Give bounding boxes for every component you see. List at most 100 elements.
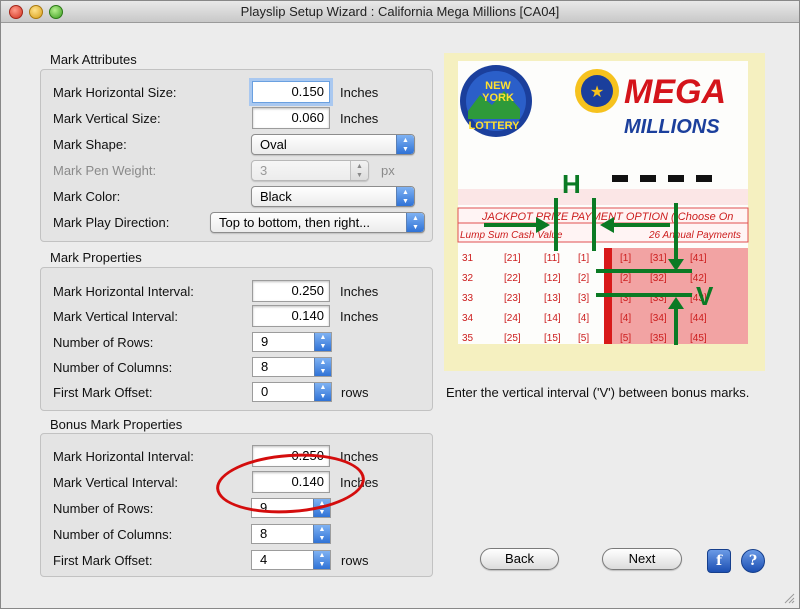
- stepper-arrows-icon[interactable]: ▲ ▼: [313, 525, 330, 543]
- mark-properties-title: Mark Properties: [50, 250, 142, 265]
- mark-horizontal-size-unit: Inches: [340, 85, 379, 100]
- first-mark-offset-value: 0: [261, 384, 269, 399]
- ny-logo-text-3: LOTTERY: [469, 120, 521, 132]
- mark-horizontal-interval-field[interactable]: 0.250: [252, 280, 330, 302]
- mark-color-popup[interactable]: Black ▲ ▼: [251, 186, 415, 207]
- resize-grip-icon[interactable]: [783, 592, 795, 604]
- label-h: H: [562, 169, 581, 199]
- svg-text:[2]: [2]: [578, 273, 589, 284]
- svg-text:[12]: [12]: [544, 273, 561, 284]
- mark-vertical-size-unit: Inches: [340, 111, 379, 126]
- help-icon[interactable]: ?: [741, 549, 765, 573]
- bonus-first-mark-offset-label: First Mark Offset:: [53, 553, 153, 568]
- mark-play-direction-popup[interactable]: Top to bottom, then right... ▲ ▼: [210, 212, 425, 233]
- mark-pen-weight-label: Mark Pen Weight:: [53, 163, 157, 178]
- number-of-columns-label: Number of Columns:: [53, 360, 173, 375]
- mark-horizontal-interval-unit: Inches: [340, 284, 379, 299]
- ny-logo-text-2: YORK: [482, 92, 514, 104]
- first-mark-offset-stepper[interactable]: 0 ▲ ▼: [252, 382, 332, 402]
- mark-shape-label: Mark Shape:: [53, 137, 127, 152]
- svg-text:[15]: [15]: [544, 333, 561, 344]
- number-of-columns-value: 8: [261, 359, 269, 374]
- svg-text:[34]: [34]: [650, 313, 667, 324]
- mega-text: MEGA: [624, 73, 726, 111]
- next-button[interactable]: Next: [602, 548, 682, 570]
- mark-color-value: Black: [260, 189, 292, 204]
- popup-arrows-icon: ▲ ▼: [396, 187, 414, 206]
- number-of-rows-stepper[interactable]: 9 ▲ ▼: [252, 332, 332, 352]
- bonus-number-of-columns-stepper[interactable]: 8 ▲ ▼: [251, 524, 331, 544]
- svg-text:[1]: [1]: [578, 253, 589, 264]
- number-of-rows-label: Number of Rows:: [53, 335, 154, 350]
- mark-vertical-interval-label: Mark Vertical Interval:: [53, 309, 178, 324]
- wizard-window: Playslip Setup Wizard : California Mega …: [0, 0, 800, 609]
- number-of-columns-stepper[interactable]: 8 ▲ ▼: [252, 357, 332, 377]
- mark-shape-value: Oval: [260, 137, 287, 152]
- svg-text:[14]: [14]: [544, 313, 561, 324]
- svg-text:[31]: [31]: [650, 253, 667, 264]
- svg-text:[1]: [1]: [620, 253, 631, 264]
- mark-shape-popup[interactable]: Oval ▲ ▼: [251, 134, 415, 155]
- back-button[interactable]: Back: [480, 548, 559, 570]
- grid-number: 33: [462, 293, 474, 304]
- title-bar: Playslip Setup Wizard : California Mega …: [1, 1, 799, 23]
- instruction-text: Enter the vertical interval ('V') betwee…: [446, 385, 750, 400]
- mark-horizontal-size-field[interactable]: 0.150: [252, 81, 330, 103]
- svg-text:[5]: [5]: [578, 333, 589, 344]
- bonus-first-mark-offset-unit: rows: [341, 553, 369, 568]
- svg-text:[35]: [35]: [650, 333, 667, 344]
- playslip-illustration: NEW YORK LOTTERY ★ MEGA MILLIONS JACKPOT…: [444, 53, 765, 371]
- svg-text:[41]: [41]: [690, 253, 707, 264]
- svg-text:[44]: [44]: [690, 313, 707, 324]
- stepper-arrows-icon[interactable]: ▲ ▼: [314, 383, 331, 401]
- bonus-horizontal-interval-label: Mark Horizontal Interval:: [53, 449, 194, 464]
- svg-text:[11]: [11]: [544, 253, 560, 264]
- mark-play-direction-value: Top to bottom, then right...: [219, 215, 371, 230]
- mark-pen-weight-popup[interactable]: 3 ▲ ▼: [251, 160, 369, 181]
- bonus-first-mark-offset-stepper[interactable]: 4 ▲ ▼: [251, 550, 331, 570]
- bonus-mark-properties-title: Bonus Mark Properties: [50, 417, 183, 432]
- svg-text:[4]: [4]: [620, 313, 631, 324]
- svg-text:[3]: [3]: [578, 293, 589, 304]
- first-mark-offset-label: First Mark Offset:: [53, 385, 153, 400]
- mark-vertical-size-field[interactable]: 0.060: [252, 107, 330, 129]
- stepper-arrows-icon[interactable]: ▲ ▼: [313, 551, 330, 569]
- svg-text:[32]: [32]: [650, 273, 667, 284]
- first-mark-offset-unit: rows: [341, 385, 369, 400]
- grid-number: 34: [462, 313, 474, 324]
- script-icon[interactable]: f: [707, 549, 731, 573]
- number-of-rows-value: 9: [261, 334, 269, 349]
- mark-pen-weight-unit: px: [381, 163, 395, 178]
- mark-vertical-interval-unit: Inches: [340, 309, 379, 324]
- stepper-arrows-icon[interactable]: ▲ ▼: [314, 358, 331, 376]
- close-window-button[interactable]: [9, 5, 23, 19]
- stepper-arrows-icon[interactable]: ▲ ▼: [314, 333, 331, 351]
- mark-vertical-size-label: Mark Vertical Size:: [53, 111, 161, 126]
- svg-text:[25]: [25]: [504, 333, 521, 344]
- window-title: Playslip Setup Wizard : California Mega …: [240, 4, 560, 19]
- mark-vertical-interval-field[interactable]: 0.140: [252, 305, 330, 327]
- svg-text:[5]: [5]: [620, 333, 631, 344]
- svg-text:[4]: [4]: [578, 313, 589, 324]
- svg-text:[24]: [24]: [504, 313, 521, 324]
- mark-horizontal-interval-label: Mark Horizontal Interval:: [53, 284, 194, 299]
- ny-logo-text-1: NEW: [485, 80, 511, 92]
- playslip-image: NEW YORK LOTTERY ★ MEGA MILLIONS JACKPOT…: [457, 61, 749, 345]
- millions-text: MILLIONS: [624, 116, 720, 138]
- zoom-window-button[interactable]: [49, 5, 63, 19]
- bonus-first-mark-offset-value: 4: [260, 552, 268, 567]
- minimize-window-button[interactable]: [29, 5, 43, 19]
- mark-color-label: Mark Color:: [53, 189, 121, 204]
- popup-arrows-icon: ▲ ▼: [396, 135, 414, 154]
- mark-horizontal-size-label: Mark Horizontal Size:: [53, 85, 177, 100]
- grid-number: 32: [462, 273, 474, 284]
- bonus-number-of-columns-value: 8: [260, 526, 268, 541]
- popup-arrows-icon: ▲ ▼: [406, 213, 424, 232]
- bonus-vertical-interval-label: Mark Vertical Interval:: [53, 475, 178, 490]
- banner-sub-left: Lump Sum Cash Value: [460, 230, 563, 241]
- banner-sub-right: 26 Annual Payments: [648, 230, 741, 241]
- bonus-number-of-rows-label: Number of Rows:: [53, 501, 154, 516]
- grid-number: 31: [462, 253, 474, 264]
- mark-play-direction-label: Mark Play Direction:: [53, 215, 170, 230]
- bonus-number-of-columns-label: Number of Columns:: [53, 527, 173, 542]
